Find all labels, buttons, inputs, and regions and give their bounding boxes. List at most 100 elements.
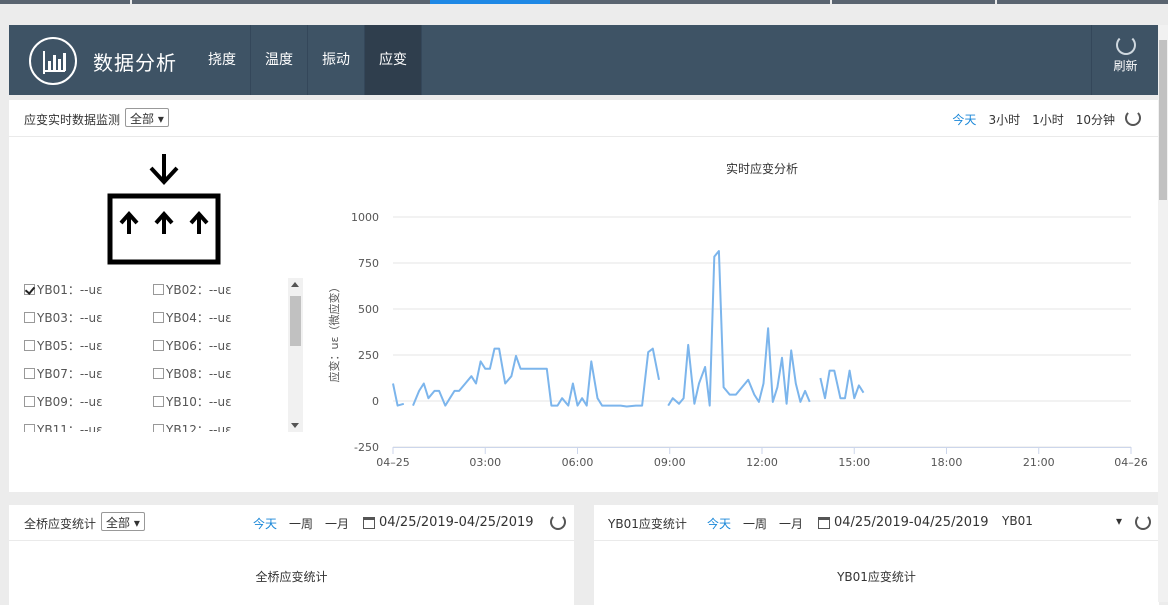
strip-separator	[130, 0, 132, 4]
browser-top-strip	[0, 0, 1168, 4]
active-tab-indicator	[430, 0, 550, 4]
series-line-segment	[819, 369, 865, 400]
x-tick-label: 15:00	[838, 456, 870, 469]
sensor-checkbox-item[interactable]: YB01：--uε	[24, 281, 103, 298]
bridge-range-option[interactable]: 一月	[325, 515, 349, 532]
y-tick-label: 250	[358, 349, 379, 362]
sensor-strain-stats-panel: YB01应变统计 今天 一周 一月 04/25/2019-04/25/2019 YB…	[594, 505, 1159, 605]
checkbox[interactable]	[24, 312, 35, 323]
tab-1[interactable]: 挠度	[194, 25, 251, 95]
monitor-range-option[interactable]: 10分钟	[1076, 111, 1115, 128]
checkbox[interactable]	[153, 284, 164, 295]
sensor-checkbox-item[interactable]: YB07：--uε	[24, 365, 103, 382]
filter-select-value: 全部	[130, 112, 155, 126]
sensor-label: YB01：--uε	[37, 283, 103, 297]
monitor-range-option[interactable]: 3小时	[988, 111, 1020, 128]
filter-select-value: 全部	[106, 516, 131, 530]
bridge-range-option[interactable]: 一周	[289, 515, 313, 532]
date-range-value: 04/25/2019-04/25/2019	[834, 515, 989, 530]
strip-separator	[995, 0, 997, 4]
sensor-list-scrollbar[interactable]	[288, 278, 303, 432]
panel-header: YB01应变统计 今天 一周 一月 04/25/2019-04/25/2019 YB…	[594, 505, 1159, 541]
reload-icon[interactable]	[1135, 514, 1151, 530]
time-range-options: 今天 一周 一月	[707, 515, 803, 532]
y-tick-label: 0	[372, 395, 379, 408]
sensor-checkbox-item[interactable]: YB02：--uε	[153, 281, 232, 298]
sensor-label: YB04：--uε	[166, 311, 232, 325]
date-range-picker[interactable]: 04/25/2019-04/25/2019	[363, 515, 534, 530]
sensor-label: YB02：--uε	[166, 283, 232, 297]
checkbox[interactable]	[153, 396, 164, 407]
bridge-range-option[interactable]: 今天	[253, 515, 277, 532]
refresh-button[interactable]: 刷新	[1091, 25, 1159, 95]
sensor-checkbox-item[interactable]: YB08：--uε	[153, 365, 232, 382]
checkbox[interactable]	[24, 396, 35, 407]
checkbox[interactable]	[153, 340, 164, 351]
date-range-value: 04/25/2019-04/25/2019	[379, 515, 534, 530]
monitor-range-option[interactable]: 今天	[952, 111, 976, 128]
calendar-icon	[363, 516, 375, 529]
checkbox[interactable]	[153, 312, 164, 323]
tab-2[interactable]: 温度	[251, 25, 308, 95]
checkbox[interactable]	[153, 424, 164, 432]
chart-title: 全桥应变统计	[255, 570, 328, 584]
realtime-monitor-panel: 应变实时数据监测 全部 ▾ 今天 3小时 1小时 10分钟 YB01：--uε YB02…	[9, 100, 1159, 492]
sensor-range-option[interactable]: 今天	[707, 515, 731, 532]
scroll-up-arrow-icon[interactable]	[291, 282, 299, 287]
sensor-label: YB03：--uε	[37, 311, 103, 325]
refresh-label: 刷新	[1113, 59, 1138, 73]
tab-4[interactable]: 应变	[365, 25, 422, 95]
sensor-label: YB10：--uε	[166, 395, 232, 409]
series-line-segment	[667, 250, 811, 407]
sensor-label: YB06：--uε	[166, 339, 232, 353]
bar-chart-logo-icon	[29, 37, 77, 85]
checkbox[interactable]	[24, 340, 35, 351]
monitor-range-option[interactable]: 1小时	[1032, 111, 1064, 128]
tab-3[interactable]: 振动	[308, 25, 365, 95]
sensor-checkbox-item[interactable]: YB04：--uε	[153, 309, 232, 326]
sensor-checkbox-item[interactable]: YB09：--uε	[24, 393, 103, 410]
filter-select[interactable]: 全部 ▾	[101, 512, 145, 531]
strain-gauge-diagram-icon	[107, 154, 221, 265]
sensor-label: YB05：--uε	[37, 339, 103, 353]
sensor-select-value: YB01	[1002, 514, 1033, 528]
realtime-strain-chart: 实时应变分析 -250 0 250 500 750 1000 04–25 03:00 06:00 0…	[327, 161, 1148, 469]
sensor-checkbox-item[interactable]: YB11：--uε	[24, 421, 103, 432]
dropdown-arrow-icon: ▾	[133, 516, 140, 530]
sensor-range-option[interactable]: 一周	[743, 515, 767, 532]
panel-header: 全桥应变统计 全部 ▾ 今天 一周 一月 04/25/2019-04/25/2019	[9, 505, 574, 541]
sensor-select[interactable]: YB01 ▾	[1002, 514, 1122, 528]
scroll-thumb[interactable]	[290, 296, 301, 346]
checkbox[interactable]	[24, 368, 35, 379]
scroll-down-arrow-icon[interactable]	[291, 423, 299, 428]
panel-title: YB01应变统计	[608, 517, 687, 531]
checkbox[interactable]	[153, 368, 164, 379]
dropdown-arrow-icon: ▾	[1115, 514, 1122, 528]
page-scrollbar[interactable]	[1158, 25, 1168, 602]
reload-icon[interactable]	[550, 514, 566, 530]
x-tick-label: 04–26	[1114, 456, 1148, 469]
sensor-checkbox-item[interactable]: YB06：--uε	[153, 337, 232, 354]
page-scroll-thumb[interactable]	[1159, 40, 1167, 200]
x-tick-label: 04–25	[376, 456, 410, 469]
panel-title: 应变实时数据监测	[24, 113, 121, 127]
sensor-checklist: YB01：--uε YB02：--uε YB03：--uε YB04：--uε YB05…	[24, 278, 290, 432]
page-title: 数据分析	[93, 51, 177, 75]
y-tick-label: -250	[354, 441, 379, 454]
checkbox[interactable]	[24, 284, 35, 295]
y-tick-label: 750	[358, 257, 379, 270]
refresh-icon	[1115, 35, 1136, 55]
reload-icon[interactable]	[1125, 110, 1141, 126]
chart-title: YB01应变统计	[837, 570, 916, 584]
filter-select[interactable]: 全部 ▾	[125, 108, 169, 127]
sensor-checkbox-item[interactable]: YB12：--uε	[153, 421, 232, 432]
y-axis-title: 应变：uε（微应变）	[327, 282, 341, 383]
sensor-checkbox-item[interactable]: YB03：--uε	[24, 309, 103, 326]
sensor-checkbox-item[interactable]: YB05：--uε	[24, 337, 103, 354]
sensor-range-option[interactable]: 一月	[779, 515, 803, 532]
date-range-picker[interactable]: 04/25/2019-04/25/2019	[818, 515, 989, 530]
panel-header: 应变实时数据监测 全部 ▾ 今天 3小时 1小时 10分钟	[9, 100, 1159, 137]
sensor-checkbox-item[interactable]: YB10：--uε	[153, 393, 232, 410]
panel-title: 全桥应变统计	[24, 517, 97, 531]
checkbox[interactable]	[24, 424, 35, 432]
